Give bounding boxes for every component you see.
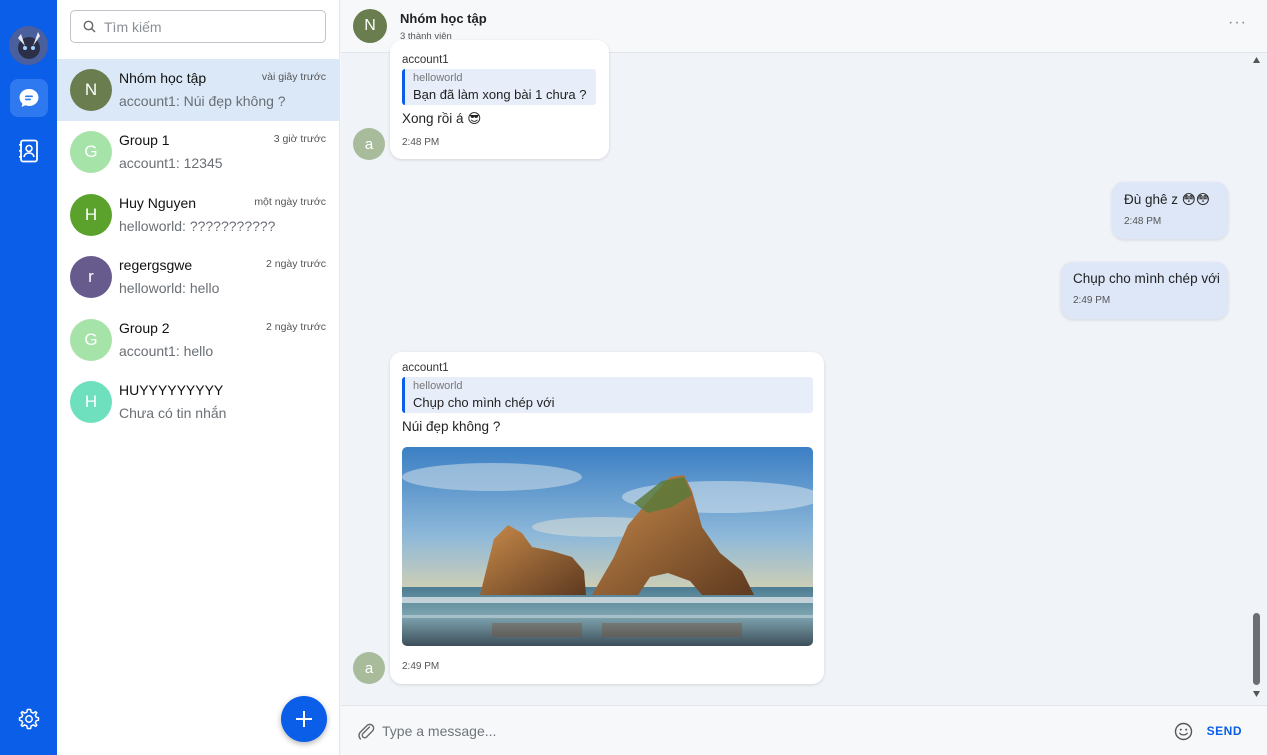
user-avatar[interactable]: [9, 26, 48, 65]
message-image[interactable]: [402, 447, 813, 646]
conversation-item[interactable]: H Huy Nguyen một ngày trước helloworld: ???…: [57, 184, 340, 246]
message-time: 2:49 PM: [402, 661, 440, 672]
gear-icon: [18, 708, 40, 730]
reply-quote[interactable]: helloworld Bạn đã làm xong bài 1 chưa ?: [402, 69, 596, 105]
message-time: 2:49 PM: [1073, 295, 1111, 306]
chat-avatar[interactable]: N: [353, 9, 387, 43]
message-time: 2:48 PM: [1124, 216, 1162, 227]
conversation-time: vài giây trước: [261, 71, 326, 83]
conversation-name: HUYYYYYYYYY: [119, 382, 224, 398]
contacts-nav-button[interactable]: [10, 132, 48, 170]
conversation-preview: helloworld: ???????????: [119, 217, 276, 234]
plus-icon: [296, 711, 312, 727]
conversation-avatar: N: [70, 69, 112, 111]
conversation-name: Huy Nguyen: [119, 194, 197, 211]
message-text: Chụp cho mình chép với: [1073, 271, 1220, 286]
chat-nav-button[interactable]: [10, 79, 48, 117]
conversation-item[interactable]: N Nhóm học tập vài giây trước account1: Núi…: [57, 59, 340, 121]
quote-text: Bạn đã làm xong bài 1 chưa ?: [413, 87, 587, 102]
contacts-book-icon: [19, 139, 38, 163]
conversation-item[interactable]: H HUYYYYYYYYY Chưa có tin nhắn: [57, 371, 340, 433]
conversation-preview: Chưa có tin nhắn: [119, 405, 227, 421]
conversation-name: Group 1: [119, 132, 170, 149]
chat-panel: N Nhóm học tập 3 thành viên ··· account1…: [341, 0, 1267, 755]
message-sender: account1: [402, 54, 449, 66]
conversation-item[interactable]: G Group 2 2 ngày trước account1: hello: [57, 309, 340, 371]
message-time: 2:48 PM: [402, 137, 440, 148]
conversation-avatar: G: [70, 131, 112, 174]
quote-text: Chụp cho mình chép với: [413, 395, 555, 410]
conversation-avatar: H: [70, 193, 112, 236]
conversation-preview: account1: hello: [119, 342, 214, 359]
message-bubble-incoming: account1 helloworld Chụp cho mình chép v…: [390, 352, 824, 684]
scroll-down-icon[interactable]: [1252, 690, 1261, 698]
conversation-name: regergsgwe: [119, 257, 193, 274]
message-composer: Type a message... SEND: [341, 705, 1267, 755]
message-sender: account1: [402, 362, 449, 374]
conversation-preview: account1: 12345: [119, 155, 223, 172]
scroll-up-icon[interactable]: [1252, 56, 1261, 64]
conversation-time: một ngày trước: [254, 195, 326, 208]
chat-bubble-icon: [19, 89, 39, 107]
conversation-preview: account1: Núi đẹp không ?: [119, 93, 286, 109]
conversation-item[interactable]: r regergsgwe 2 ngày trước helloworld: hello: [57, 246, 340, 308]
conversation-avatar: G: [70, 318, 112, 361]
nav-rail: [0, 0, 57, 755]
reply-quote[interactable]: helloworld Chụp cho mình chép với: [402, 377, 813, 413]
conversation-name: Nhóm học tập: [119, 70, 207, 86]
send-button[interactable]: SEND: [1207, 724, 1242, 738]
scrollbar-thumb[interactable]: [1253, 613, 1260, 685]
conversation-time: 2 ngày trước: [265, 258, 326, 271]
conversation-item[interactable]: G Group 1 3 giờ trước account1: 12345: [57, 121, 340, 183]
conversation-name: Group 2: [119, 319, 170, 336]
conversation-avatar: r: [70, 256, 112, 299]
settings-button[interactable]: [10, 700, 48, 738]
conversation-time: 3 giờ trước: [273, 133, 326, 146]
conversation-list-panel: Tìm kiếm N Nhóm học tập vài giây trước acco…: [57, 0, 340, 755]
more-options-icon[interactable]: ···: [1228, 14, 1247, 32]
message-avatar[interactable]: a: [353, 652, 385, 684]
conversation-time: 2 ngày trước: [265, 320, 326, 333]
new-conversation-button[interactable]: [281, 696, 327, 742]
quote-sender: helloworld: [413, 380, 463, 392]
search-icon: [83, 20, 96, 33]
search-input[interactable]: Tìm kiếm: [70, 10, 326, 43]
message-scrollbar[interactable]: [1252, 56, 1261, 702]
search-placeholder: Tìm kiếm: [104, 18, 162, 35]
quote-sender: helloworld: [413, 72, 463, 84]
conversation-preview: helloworld: hello: [119, 280, 220, 297]
message-text: Núi đẹp không ?: [402, 419, 501, 434]
message-avatar[interactable]: a: [353, 128, 385, 160]
message-bubble-outgoing: Đù ghê z 😳😳 2:48 PM: [1112, 182, 1228, 239]
message-bubble-incoming: account1 helloworld Bạn đã làm xong bài …: [390, 40, 609, 159]
message-bubble-outgoing: Chụp cho mình chép với 2:49 PM: [1061, 262, 1228, 319]
conversation-avatar: H: [70, 381, 112, 423]
chat-title: Nhóm học tập: [400, 11, 487, 26]
message-input[interactable]: Type a message...: [382, 723, 496, 739]
emoji-icon[interactable]: [1174, 722, 1193, 741]
message-text: Xong rồi á 😎: [402, 111, 482, 126]
message-text: Đù ghê z 😳😳: [1124, 192, 1210, 207]
paperclip-icon[interactable]: [357, 722, 375, 740]
